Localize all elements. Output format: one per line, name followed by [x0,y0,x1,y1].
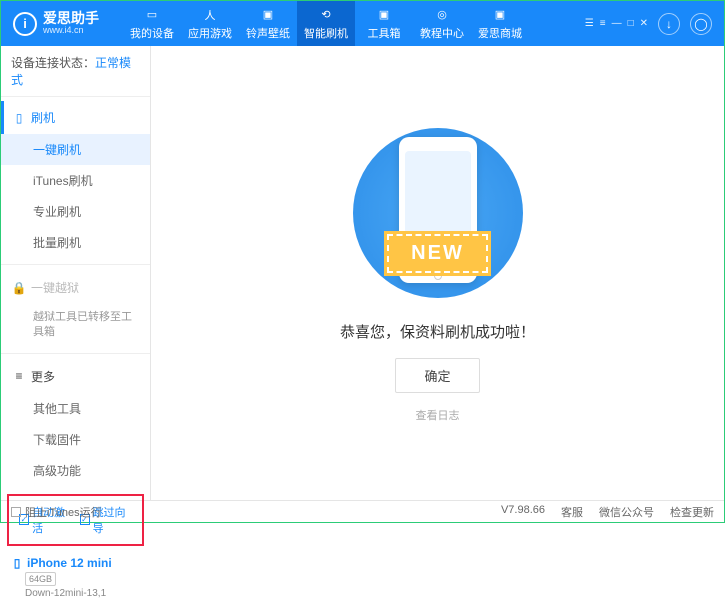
close-icon[interactable]: ✕ [640,18,648,29]
minimize-icon[interactable]: — [612,18,622,29]
brand-name: 爱思助手 [43,11,99,26]
nav-apps-games[interactable]: 人应用游戏 [181,1,239,46]
sidebar-more-header[interactable]: ≡ 更多 [1,360,150,393]
sidebar-item-pro-flash[interactable]: 专业刷机 [1,196,150,227]
ok-button[interactable]: 确定 [395,358,479,393]
app-header: i 爱思助手 www.i4.cn ▭我的设备 人应用游戏 ▣铃声壁纸 ⟲智能刷机… [1,1,724,46]
user-button[interactable]: ◯ [690,13,712,35]
connection-status: 设备连接状态：正常模式 [1,46,150,97]
brand-logo: i 爱思助手 www.i4.cn [13,11,99,36]
sidebar-jailbreak-header[interactable]: 🔒 一键越狱 [1,271,150,304]
phone-icon: ▭ [144,7,160,23]
sidebar-item-other-tools[interactable]: 其他工具 [1,393,150,424]
flash-options-highlight: ✓自动激活 ✓跳过向导 [7,494,144,546]
refresh-icon: ⟲ [318,7,334,23]
sidebar-item-itunes-flash[interactable]: iTunes刷机 [1,165,150,196]
checkbox-block-itunes[interactable]: 阻止iTunes运行 [11,504,102,520]
main-nav: ▭我的设备 人应用游戏 ▣铃声壁纸 ⟲智能刷机 ▣工具箱 ◎教程中心 ▣爱思商城 [123,1,529,46]
support-link[interactable]: 客服 [561,504,583,520]
logo-icon: i [13,12,37,36]
apps-icon: 人 [202,7,218,23]
window-controls: ☰ ≡ — □ ✕ [585,18,648,29]
download-button[interactable]: ↓ [658,13,680,35]
sidebar: 设备连接状态：正常模式 ▯ 刷机 一键刷机 iTunes刷机 专业刷机 批量刷机… [1,46,151,500]
check-update-link[interactable]: 检查更新 [670,504,714,520]
nav-smart-flash[interactable]: ⟲智能刷机 [297,1,355,46]
sidebar-item-advanced[interactable]: 高级功能 [1,455,150,486]
success-illustration: NEW [348,123,528,303]
folder-icon: ▣ [260,7,276,23]
sidebar-item-batch-flash[interactable]: 批量刷机 [1,227,150,258]
device-detail: Down-12mini-13,1 [25,588,140,599]
wechat-link[interactable]: 微信公众号 [599,504,654,520]
device-icon: ▯ [11,557,23,569]
nav-tutorials[interactable]: ◎教程中心 [413,1,471,46]
menu-icon[interactable]: ☰ [585,18,594,29]
brand-url: www.i4.cn [43,26,99,36]
view-log-link[interactable]: 查看日志 [416,407,460,423]
phone-outline-icon: ▯ [13,112,25,124]
device-info[interactable]: ▯iPhone 12 mini 64GB Down-12mini-13,1 [1,550,150,605]
sidebar-flash-header[interactable]: ▯ 刷机 [1,101,150,134]
storage-badge: 64GB [25,572,56,586]
book-icon: ◎ [434,7,450,23]
version-label: V7.98.66 [501,504,545,520]
maximize-icon[interactable]: □ [628,18,634,29]
sidebar-item-one-click-flash[interactable]: 一键刷机 [1,134,150,165]
cart-icon: ▣ [492,7,508,23]
jailbreak-note: 越狱工具已转移至工具箱 [1,304,150,347]
settings-icon[interactable]: ≡ [600,18,606,29]
sidebar-item-download-firmware[interactable]: 下载固件 [1,424,150,455]
nav-store[interactable]: ▣爱思商城 [471,1,529,46]
new-ribbon: NEW [387,234,488,273]
nav-my-device[interactable]: ▭我的设备 [123,1,181,46]
main-content: NEW 恭喜您，保资料刷机成功啦！ 确定 查看日志 [151,46,724,500]
more-icon: ≡ [13,370,25,382]
lock-icon: 🔒 [13,282,25,294]
nav-toolbox[interactable]: ▣工具箱 [355,1,413,46]
toolbox-icon: ▣ [376,7,392,23]
success-message: 恭喜您，保资料刷机成功啦！ [340,321,535,342]
nav-ringtone-wallpaper[interactable]: ▣铃声壁纸 [239,1,297,46]
